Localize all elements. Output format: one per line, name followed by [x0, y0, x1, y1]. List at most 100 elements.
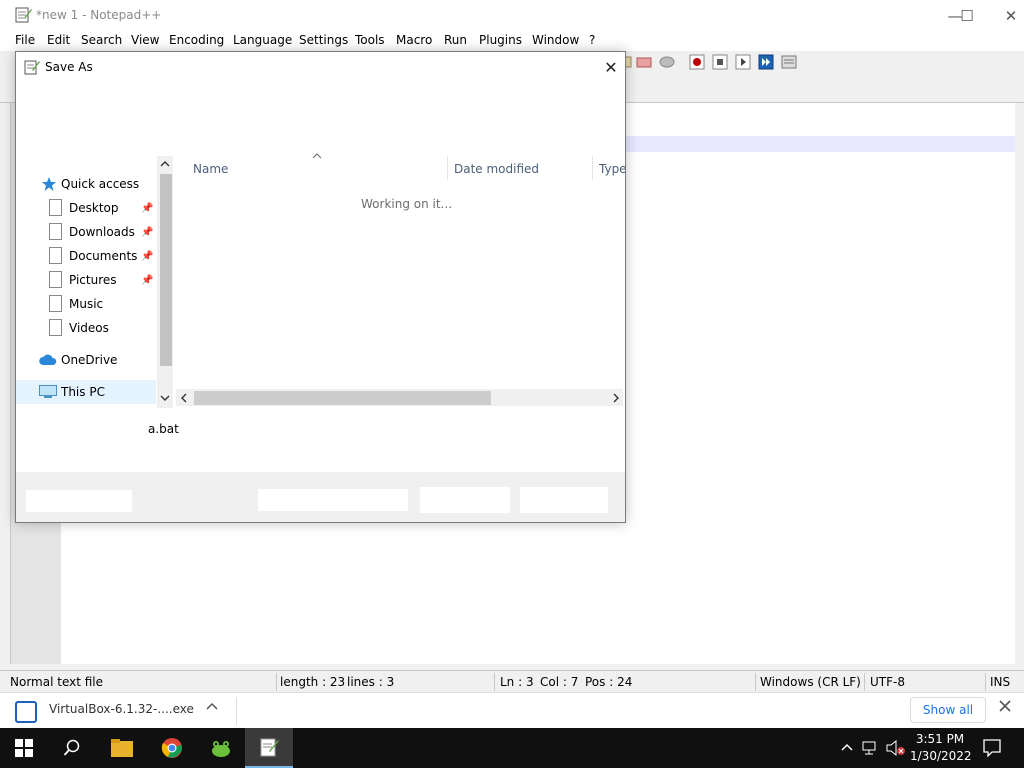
nav-label: Documents — [69, 249, 138, 263]
menu-help[interactable]: ? — [589, 33, 595, 47]
status-separator — [864, 673, 865, 691]
notepadpp-plugin-app-button[interactable] — [197, 728, 245, 768]
notepadpp-app-icon — [15, 7, 32, 23]
search-button[interactable] — [48, 728, 96, 768]
clock-date[interactable]: 1/30/2022 — [910, 749, 972, 763]
nav-item-pictures[interactable]: Pictures 📌 — [16, 268, 156, 292]
pin-icon: 📌 — [141, 274, 154, 286]
scroll-left-arrow-icon[interactable] — [179, 392, 189, 404]
nav-item-onedrive[interactable]: OneDrive — [16, 348, 156, 372]
status-length: length : 23 — [280, 675, 346, 689]
pin-icon: 📌 — [141, 226, 154, 238]
nav-label: Videos — [69, 321, 109, 335]
run-macro-multiple-icon[interactable] — [758, 54, 774, 70]
folder-icon[interactable] — [636, 54, 652, 70]
nav-item-videos[interactable]: Videos — [16, 316, 156, 340]
file-explorer-button[interactable] — [98, 728, 146, 768]
file-type-placeholder[interactable] — [258, 489, 408, 511]
close-window-button[interactable]: ✕ — [988, 0, 1024, 31]
save-macro-icon[interactable] — [781, 54, 797, 70]
menu-bar: File Edit Search View Encoding Language … — [0, 31, 1024, 51]
record-macro-icon[interactable] — [689, 54, 705, 70]
column-header-name[interactable]: Name — [193, 162, 228, 176]
nav-label: Downloads — [69, 225, 135, 239]
save-as-dialog: Save As ✕ Quick access Desktop 📌 Downloa… — [15, 51, 627, 523]
pin-icon: 📌 — [141, 250, 154, 262]
nav-item-quick-access[interactable]: Quick access — [16, 172, 156, 196]
nav-item-documents[interactable]: Documents 📌 — [16, 244, 156, 268]
download-bar: VirtualBox-6.1.32-....exe Show all — [0, 692, 1024, 728]
chevron-up-icon[interactable] — [840, 741, 854, 755]
document-icon — [49, 247, 62, 264]
taskbar: 3:51 PM 1/30/2022 — [0, 728, 1024, 768]
scroll-up-arrow-icon[interactable] — [159, 159, 171, 169]
scroll-right-arrow-icon[interactable] — [611, 392, 621, 404]
file-list-scroll-thumb[interactable] — [194, 391, 491, 405]
status-eol: Windows (CR LF) — [760, 675, 861, 689]
computer-icon — [39, 385, 57, 398]
hide-folders-placeholder[interactable] — [26, 490, 132, 512]
menu-language[interactable]: Language — [233, 33, 292, 47]
loading-status-text: Working on it... — [361, 197, 453, 211]
column-separator[interactable] — [592, 156, 593, 180]
cancel-button-placeholder[interactable] — [520, 487, 608, 513]
nav-item-desktop[interactable]: Desktop 📌 — [16, 196, 156, 220]
play-macro-icon[interactable] — [735, 54, 751, 70]
menu-run[interactable]: Run — [444, 33, 467, 47]
nav-label: OneDrive — [61, 353, 118, 367]
status-mode: INS — [990, 675, 1011, 689]
document-icon — [49, 199, 62, 216]
document-icon — [49, 223, 62, 240]
status-separator — [494, 673, 495, 691]
save-button-placeholder[interactable] — [420, 487, 510, 513]
installer-file-icon — [15, 701, 37, 723]
pin-icon: 📌 — [141, 202, 154, 214]
network-icon[interactable] — [862, 740, 880, 756]
column-separator[interactable] — [447, 156, 448, 180]
title-bar: *new 1 - Notepad++ — ☐ ✕ — [0, 0, 1024, 31]
document-icon — [49, 319, 62, 336]
status-bar: Normal text file length : 23 lines : 3 L… — [0, 670, 1024, 692]
chrome-button[interactable] — [148, 728, 196, 768]
windows-logo-icon — [15, 739, 33, 757]
chrome-icon — [161, 738, 182, 758]
close-icon[interactable] — [998, 699, 1012, 713]
menu-plugins[interactable]: Plugins — [479, 33, 522, 47]
nav-item-this-pc[interactable]: This PC — [16, 380, 156, 404]
menu-search[interactable]: Search — [81, 33, 122, 47]
column-header-date-modified[interactable]: Date modified — [454, 162, 539, 176]
chevron-up-icon[interactable] — [205, 700, 219, 714]
download-item-name[interactable]: VirtualBox-6.1.32-....exe — [49, 702, 194, 716]
clock-time[interactable]: 3:51 PM — [912, 732, 968, 746]
editor-vertical-scrollbar[interactable] — [1015, 103, 1024, 664]
nav-pane-scroll-thumb[interactable] — [160, 174, 172, 366]
menu-edit[interactable]: Edit — [47, 33, 70, 47]
volume-muted-icon[interactable] — [886, 740, 906, 756]
notepadpp-taskbar-button[interactable] — [245, 728, 293, 768]
sync-icon[interactable] — [659, 54, 675, 70]
window-title: *new 1 - Notepad++ — [36, 8, 162, 22]
nav-item-music[interactable]: Music — [16, 292, 156, 316]
dialog-close-button[interactable]: ✕ — [600, 56, 622, 78]
dialog-title: Save As — [45, 60, 93, 74]
file-name-text[interactable]: a.bat — [148, 422, 179, 436]
menu-macro[interactable]: Macro — [396, 33, 432, 47]
nav-label: This PC — [61, 385, 105, 399]
notifications-icon[interactable] — [983, 739, 1001, 757]
status-filetype: Normal text file — [10, 675, 104, 689]
show-all-button[interactable]: Show all — [910, 697, 986, 723]
menu-file[interactable]: File — [15, 33, 35, 47]
column-header-type[interactable]: Type — [599, 162, 627, 176]
menu-tools[interactable]: Tools — [355, 33, 385, 47]
maximize-button[interactable]: ☐ — [944, 0, 990, 31]
nav-item-downloads[interactable]: Downloads 📌 — [16, 220, 156, 244]
menu-window[interactable]: Window — [532, 33, 579, 47]
stop-macro-icon[interactable] — [712, 54, 728, 70]
menu-encoding[interactable]: Encoding — [169, 33, 224, 47]
menu-view[interactable]: View — [131, 33, 159, 47]
scroll-down-arrow-icon[interactable] — [159, 393, 171, 403]
start-button[interactable] — [0, 728, 48, 768]
menu-settings[interactable]: Settings — [299, 33, 348, 47]
folder-icon — [111, 739, 133, 757]
star-icon — [42, 177, 56, 191]
